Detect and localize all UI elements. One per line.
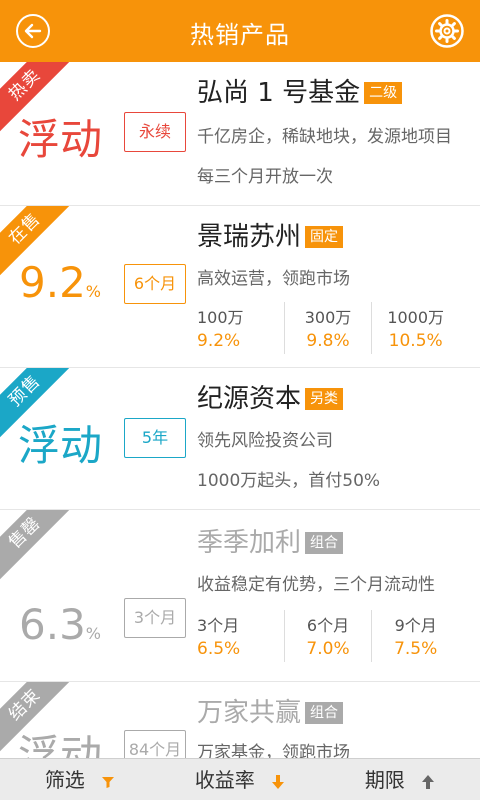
yield-value: 9.2%	[19, 258, 101, 307]
rate-value: 7.0%	[306, 639, 350, 659]
rate-value: 9.8%	[306, 331, 350, 351]
product-name: 季季加利 组合	[197, 522, 344, 559]
product-card[interactable]: 结束 浮动 84个月 万家共赢 组合 万家基金，领跑市场	[0, 682, 480, 758]
product-desc: 万家基金，领跑市场	[197, 743, 350, 758]
term-badge: 3个月	[124, 598, 186, 638]
rate-column: 1000万 10.5%	[371, 302, 459, 354]
product-card[interactable]: 在售 9.2% 6个月 景瑞苏州 固定 高效运营，领跑市场 100万 9.2% 30…	[0, 206, 480, 368]
rate-value: 9.2%	[197, 331, 241, 351]
rate-table: 100万 9.2% 300万 9.8% 1000万 10.5%	[197, 302, 459, 354]
rate-value: 10.5%	[388, 331, 443, 351]
filter-label: 筛选	[44, 768, 85, 792]
filter-icon	[102, 776, 115, 788]
product-desc: 高效运营，领跑市场	[197, 269, 350, 289]
rate-value: 6.5%	[197, 639, 241, 659]
product-desc: 收益稳定有优势，三个月流动性	[197, 575, 435, 595]
product-card[interactable]: 售罄 6.3% 3个月 季季加利 组合 收益稳定有优势，三个月流动性 3个月 6.5…	[0, 510, 480, 682]
app-header: 热销产品	[0, 0, 480, 62]
product-card[interactable]: 热卖 浮动 永续 弘尚 1 号基金 二级 千亿房企，稀缺地块，发源地项目 每三个月…	[0, 62, 480, 206]
rate-column: 3个月 6.5%	[197, 610, 284, 662]
yield-value: 浮动	[17, 421, 102, 470]
product-card[interactable]: 预售 浮动 5年 纪源资本 另类 领先风险投资公司 1000万起头，首付50%	[0, 368, 480, 510]
yield-value: 浮动	[17, 731, 102, 758]
rate-amount: 9个月	[394, 616, 437, 635]
yield-value: 浮动	[17, 115, 102, 164]
term-badge: 6个月	[124, 264, 186, 304]
rate-table: 3个月 6.5% 6个月 7.0% 9个月 7.5%	[197, 610, 459, 662]
category-tag: 组合	[305, 532, 344, 554]
term-badge: 5年	[124, 418, 186, 458]
filter-button[interactable]: 筛选	[0, 759, 160, 800]
sort-yield-button[interactable]: 收益率	[160, 759, 320, 800]
rate-column: 300万 9.8%	[283, 302, 372, 354]
yield-label: 收益率	[194, 768, 255, 792]
rate-column: 100万 9.2%	[197, 302, 284, 354]
sort-term-button[interactable]: 期限	[320, 759, 480, 800]
settings-button[interactable]	[430, 14, 464, 48]
gear-icon	[430, 14, 464, 48]
term-badge: 84个月	[124, 730, 186, 758]
product-desc: 领先风险投资公司	[197, 431, 333, 451]
rate-amount: 1000万	[387, 308, 445, 327]
product-name: 万家共赢 组合	[197, 692, 344, 729]
product-name: 弘尚 1 号基金 二级	[197, 72, 403, 109]
rate-value: 7.5%	[394, 639, 438, 659]
product-name: 景瑞苏州 固定	[197, 216, 344, 253]
rate-amount: 300万	[304, 308, 352, 327]
product-desc: 1000万起头，首付50%	[197, 471, 381, 491]
rate-column: 6个月 7.0%	[283, 610, 372, 662]
page-title: 热销产品	[190, 21, 290, 49]
yield-value: 6.3%	[19, 600, 101, 649]
rate-amount: 3个月	[197, 616, 240, 635]
rate-amount: 100万	[197, 308, 244, 327]
product-desc: 每三个月开放一次	[197, 167, 333, 187]
status-ribbon: 售罄	[0, 510, 82, 590]
category-tag: 固定	[305, 226, 344, 248]
product-desc: 千亿房企，稀缺地块，发源地项目	[197, 127, 452, 147]
arrow-down-icon	[272, 774, 285, 789]
term-badge: 永续	[124, 112, 186, 152]
category-tag: 二级	[364, 82, 403, 104]
category-tag: 另类	[305, 388, 344, 410]
product-name: 纪源资本 另类	[197, 378, 344, 415]
category-tag: 组合	[305, 702, 344, 724]
arrow-up-icon	[422, 774, 435, 789]
term-label: 期限	[364, 768, 405, 792]
sort-bar: 筛选 收益率 期限	[0, 758, 480, 800]
rate-column: 9个月 7.5%	[371, 610, 459, 662]
rate-amount: 6个月	[306, 616, 350, 635]
